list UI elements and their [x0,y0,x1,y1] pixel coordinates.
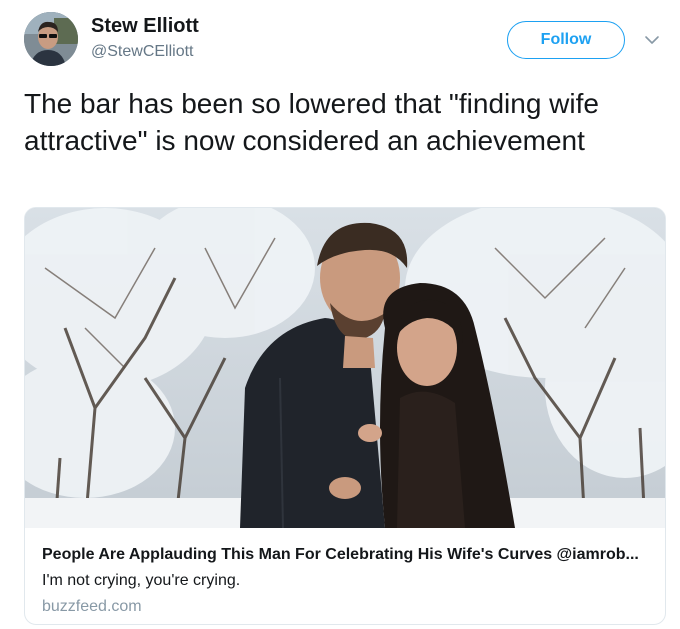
card-title[interactable]: People Are Applauding This Man For Celeb… [42,545,652,565]
avatar[interactable] [24,12,78,66]
card-body[interactable]: People Are Applauding This Man For Celeb… [25,528,665,624]
chevron-down-icon[interactable] [643,33,661,47]
avatar-photo [24,12,78,66]
tweet: Stew Elliott @StewCElliott Follow The ba… [0,0,680,629]
author-handle[interactable]: @StewCElliott [91,42,194,62]
author-display-name[interactable]: Stew Elliott [91,14,199,38]
tweet-text: The bar has been so lowered that "findin… [24,88,599,156]
link-card[interactable]: People Are Applauding This Man For Celeb… [24,207,666,625]
follow-button[interactable]: Follow [507,21,625,59]
card-image[interactable] [25,208,665,528]
card-description: I'm not crying, you're crying. [42,572,241,589]
card-domain: buzzfeed.com [42,598,142,615]
